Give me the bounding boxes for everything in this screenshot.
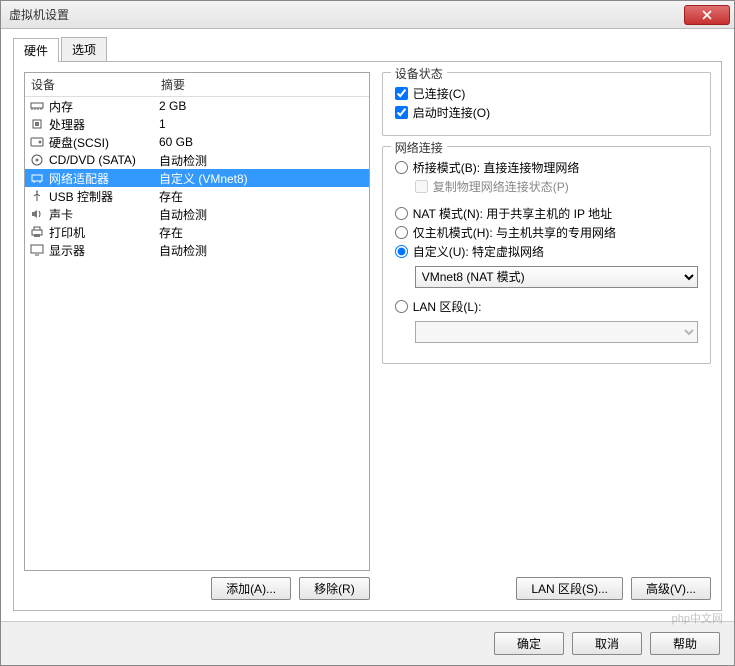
lan-segment-select: [415, 321, 698, 343]
device-summary: 1: [159, 117, 365, 131]
titlebar: 虚拟机设置: [1, 1, 734, 29]
settings-window: 虚拟机设置 硬件 选项 设备 摘要 内存2 GB处理器1硬盘(SCSI)60 G…: [0, 0, 735, 666]
replicate-input: [415, 180, 428, 193]
sound-icon: [29, 207, 45, 221]
nat-input[interactable]: [395, 207, 408, 220]
lan-segments-button[interactable]: LAN 区段(S)...: [516, 577, 623, 600]
lan-input[interactable]: [395, 300, 408, 313]
connect-on-power-checkbox[interactable]: 启动时连接(O): [395, 104, 698, 121]
device-status-group: 设备状态 已连接(C) 启动时连接(O): [382, 72, 711, 136]
usb-icon: [29, 189, 45, 203]
device-name: 显示器: [49, 242, 159, 259]
connect-on-power-input[interactable]: [395, 106, 408, 119]
device-row[interactable]: USB 控制器存在: [25, 187, 369, 205]
tabs: 硬件 选项: [13, 37, 722, 62]
tab-panel: 设备 摘要 内存2 GB处理器1硬盘(SCSI)60 GBCD/DVD (SAT…: [13, 62, 722, 611]
right-pane: 设备状态 已连接(C) 启动时连接(O) 网络连接 桥接模式(B): 直接连接物…: [382, 72, 711, 600]
hostonly-label: 仅主机模式(H): 与主机共享的专用网络: [413, 224, 616, 241]
device-status-legend: 设备状态: [391, 65, 447, 82]
nat-label: NAT 模式(N): 用于共享主机的 IP 地址: [413, 205, 612, 222]
disk-icon: [29, 135, 45, 149]
custom-radio[interactable]: 自定义(U): 特定虚拟网络: [395, 243, 698, 260]
device-summary: 2 GB: [159, 99, 365, 113]
network-connection-group: 网络连接 桥接模式(B): 直接连接物理网络 复制物理网络连接状态(P) NAT…: [382, 146, 711, 364]
hostonly-input[interactable]: [395, 226, 408, 239]
device-row[interactable]: 打印机存在: [25, 223, 369, 241]
bridged-label: 桥接模式(B): 直接连接物理网络: [413, 159, 580, 176]
close-button[interactable]: [684, 5, 730, 25]
device-row[interactable]: 显示器自动检测: [25, 241, 369, 259]
device-name: 处理器: [49, 116, 159, 133]
device-name: CD/DVD (SATA): [49, 153, 159, 167]
advanced-button[interactable]: 高级(V)...: [631, 577, 711, 600]
lan-radio[interactable]: LAN 区段(L):: [395, 298, 698, 315]
left-pane: 设备 摘要 内存2 GB处理器1硬盘(SCSI)60 GBCD/DVD (SAT…: [24, 72, 370, 600]
device-row[interactable]: 内存2 GB: [25, 97, 369, 115]
device-row[interactable]: 声卡自动检测: [25, 205, 369, 223]
device-summary: 自动检测: [159, 152, 365, 169]
device-summary: 存在: [159, 188, 365, 205]
nat-radio[interactable]: NAT 模式(N): 用于共享主机的 IP 地址: [395, 205, 698, 222]
nic-icon: [29, 171, 45, 185]
printer-icon: [29, 225, 45, 239]
ok-button[interactable]: 确定: [494, 632, 564, 655]
device-name: 网络适配器: [49, 170, 159, 187]
cpu-icon: [29, 117, 45, 131]
device-row[interactable]: 处理器1: [25, 115, 369, 133]
network-connection-legend: 网络连接: [391, 139, 447, 156]
connect-on-power-label: 启动时连接(O): [413, 104, 490, 121]
device-name: USB 控制器: [49, 188, 159, 205]
cancel-button[interactable]: 取消: [572, 632, 642, 655]
device-summary: 自定义 (VMnet8): [159, 170, 365, 187]
tab-hardware[interactable]: 硬件: [13, 38, 59, 62]
device-name: 内存: [49, 98, 159, 115]
lan-label: LAN 区段(L):: [413, 298, 482, 315]
custom-network-select[interactable]: VMnet8 (NAT 模式): [415, 266, 698, 288]
close-icon: [702, 10, 712, 20]
connected-input[interactable]: [395, 87, 408, 100]
device-summary: 自动检测: [159, 242, 365, 259]
add-button[interactable]: 添加(A)...: [211, 577, 291, 600]
hostonly-radio[interactable]: 仅主机模式(H): 与主机共享的专用网络: [395, 224, 698, 241]
window-title: 虚拟机设置: [1, 6, 69, 23]
device-name: 打印机: [49, 224, 159, 241]
device-summary: 60 GB: [159, 135, 365, 149]
replicate-label: 复制物理网络连接状态(P): [433, 178, 569, 195]
device-summary: 自动检测: [159, 206, 365, 223]
device-list: 设备 摘要 内存2 GB处理器1硬盘(SCSI)60 GBCD/DVD (SAT…: [24, 72, 370, 571]
memory-icon: [29, 99, 45, 113]
connected-checkbox[interactable]: 已连接(C): [395, 85, 698, 102]
device-summary: 存在: [159, 224, 365, 241]
bridged-radio[interactable]: 桥接模式(B): 直接连接物理网络: [395, 159, 698, 176]
remove-button[interactable]: 移除(R): [299, 577, 370, 600]
content-area: 硬件 选项 设备 摘要 内存2 GB处理器1硬盘(SCSI)60 GBCD/DV…: [1, 29, 734, 621]
custom-input[interactable]: [395, 245, 408, 258]
footer: 确定 取消 帮助: [1, 621, 734, 665]
display-icon: [29, 243, 45, 257]
device-list-header: 设备 摘要: [25, 73, 369, 97]
connected-label: 已连接(C): [413, 85, 466, 102]
device-row[interactable]: 网络适配器自定义 (VMnet8): [25, 169, 369, 187]
tab-options[interactable]: 选项: [61, 37, 107, 61]
left-buttons: 添加(A)... 移除(R): [24, 577, 370, 600]
custom-label: 自定义(U): 特定虚拟网络: [413, 243, 544, 260]
device-row[interactable]: 硬盘(SCSI)60 GB: [25, 133, 369, 151]
cd-icon: [29, 153, 45, 167]
device-name: 声卡: [49, 206, 159, 223]
device-row[interactable]: CD/DVD (SATA)自动检测: [25, 151, 369, 169]
replicate-checkbox: 复制物理网络连接状态(P): [415, 178, 698, 195]
right-buttons: LAN 区段(S)... 高级(V)...: [382, 577, 711, 600]
bridged-input[interactable]: [395, 161, 408, 174]
header-device: 设备: [25, 73, 155, 96]
header-summary: 摘要: [155, 73, 369, 96]
device-name: 硬盘(SCSI): [49, 134, 159, 151]
help-button[interactable]: 帮助: [650, 632, 720, 655]
